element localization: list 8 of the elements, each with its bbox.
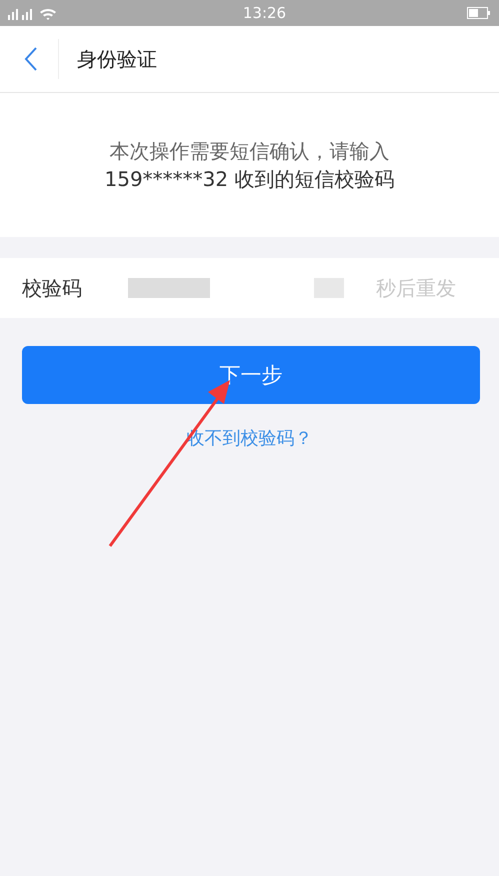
code-label: 校验码 (22, 274, 83, 302)
page-title: 身份验证 (77, 46, 157, 72)
message-text: 本次操作需要短信确认，请输入 (110, 138, 390, 165)
battery-icon (466, 7, 491, 19)
message-text: 159******32 收到的短信校验码 (104, 166, 394, 193)
status-time: 13:26 (242, 4, 286, 22)
next-button[interactable]: 下一步 (22, 346, 480, 404)
chevron-left-icon (24, 46, 38, 72)
